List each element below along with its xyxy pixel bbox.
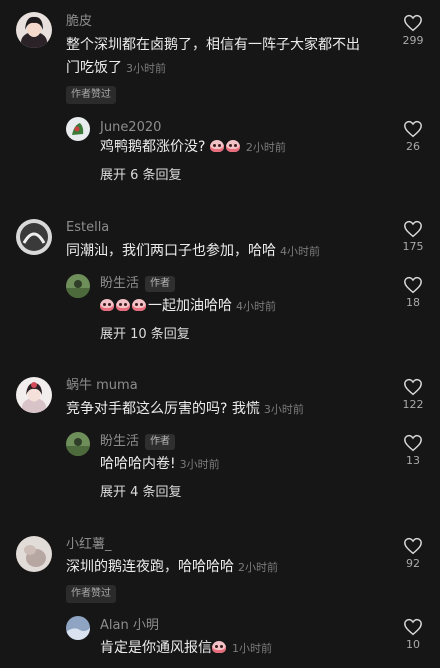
comment-time: 2小时前 [238,561,278,574]
reply-body: 哈哈哈内卷! [100,456,176,472]
like-button[interactable]: 13 [393,434,433,468]
reply-time: 2小时前 [245,141,286,154]
like-button[interactable]: 122 [393,378,433,412]
expand-replies-button[interactable]: 展开 6 条回复 [100,167,182,185]
reply-time: 1小时前 [232,642,272,655]
comment-body: 深圳的鹅连夜跑，哈哈哈哈 [66,559,234,575]
face-emoji-icon [116,299,130,311]
heart-outline-icon [404,378,422,396]
face-emoji-icon [132,299,146,311]
comment-body: 整个深圳都在卤鹅了，相信有一阵子大家都不出门吃饭了 [66,37,360,76]
like-count: 10 [406,638,420,651]
comment-text: 竞争对手都这么厉害的吗? 我慌 3小时前 [66,398,366,421]
avatar[interactable] [66,117,90,141]
comment-text: 同潮汕，我们两口子也参加，哈哈 4小时前 [66,240,366,263]
author-tag: 作者 [145,434,176,450]
like-count: 18 [406,296,420,309]
like-button[interactable]: 92 [393,537,433,571]
heart-outline-icon [404,537,422,555]
comment-author[interactable]: Estella [66,220,109,236]
reply-text: 哈哈哈内卷! 3小时前 [100,453,380,476]
avatar[interactable] [16,536,52,572]
reply-body: 一起加油哈哈 [148,298,232,314]
expand-replies-button[interactable]: 展开 4 条回复 [100,484,182,502]
heart-outline-icon [404,618,422,636]
like-count: 13 [406,454,420,467]
like-count: 175 [402,240,424,253]
reply-author: 盼生活 作者 [100,434,176,450]
comment-time: 3小时前 [263,403,304,416]
reply-author[interactable]: June2020 [100,120,161,136]
avatar[interactable] [16,12,52,48]
comment-body: 同潮汕，我们两口子也参加，哈哈 [66,243,276,259]
author-liked-badge: 作者赞过 [66,86,116,104]
reply-body: 鸡鸭鹅都涨价没? [100,139,206,155]
reply-text: 一起加油哈哈 4小时前 [100,295,380,318]
face-emoji-icon [225,140,240,152]
avatar[interactable] [66,432,90,456]
like-button[interactable]: 299 [393,14,433,48]
like-count: 299 [402,34,424,47]
avatar[interactable] [66,616,90,640]
comment-author[interactable]: 小红薯_ [66,537,112,553]
avatar[interactable] [66,274,90,298]
comment-text: 整个深圳都在卤鹅了，相信有一阵子大家都不出门吃饭了 3小时前 [66,34,366,80]
comment-body: 竞争对手都这么厉害的吗? 我慌 [66,401,260,417]
reply-text: 鸡鸭鹅都涨价没? 2小时前 [100,136,380,159]
comment-time: 4小时前 [280,245,320,258]
author-liked-badge: 作者赞过 [66,585,116,603]
like-button[interactable]: 18 [393,276,433,310]
heart-outline-icon [404,276,422,294]
author-tag: 作者 [145,276,176,292]
like-button[interactable]: 175 [393,220,433,254]
like-count: 92 [406,557,420,570]
like-count: 26 [406,140,420,153]
like-button[interactable]: 10 [393,618,433,652]
face-emoji-icon [212,641,226,653]
comment-author[interactable]: 蜗牛 muma [66,378,138,394]
face-emoji-icon [209,140,224,152]
reply-author: 盼生活 作者 [100,276,176,292]
reply-text: 肯定是你通风报信 1小时前 [100,637,380,660]
heart-outline-icon [404,434,422,452]
heart-outline-icon [404,14,422,32]
like-button[interactable]: 26 [393,120,433,154]
heart-outline-icon [404,220,422,238]
reply-author-name[interactable]: 盼生活 [100,276,139,291]
heart-outline-icon [404,120,422,138]
comment-time: 3小时前 [126,62,166,75]
expand-replies-button[interactable]: 展开 10 条回复 [100,326,190,344]
comment-text: 深圳的鹅连夜跑，哈哈哈哈 2小时前 [66,556,366,579]
face-emoji-icon [100,299,114,311]
reply-body: 肯定是你通风报信 [100,640,212,656]
reply-time: 3小时前 [179,458,220,471]
reply-time: 4小时前 [236,300,276,313]
reply-author-name[interactable]: 盼生活 [100,434,139,449]
like-count: 122 [402,398,424,411]
avatar[interactable] [16,377,52,413]
comment-author[interactable]: 脆皮 [66,14,92,30]
reply-author[interactable]: Alan 小明 [100,618,159,634]
avatar[interactable] [16,219,52,255]
